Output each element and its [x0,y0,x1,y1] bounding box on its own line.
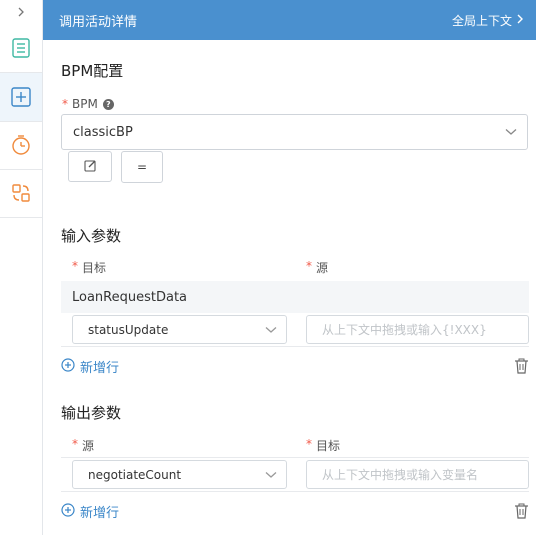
panel-title: 调用活动详情 [59,14,138,30]
panel-header: 调用活动详情 全局上下文 [43,0,536,40]
rail-item-transfer[interactable] [0,169,42,218]
side-rail [0,0,43,535]
bpm-field-label: * BPM ? [62,97,114,111]
rail-item-clock[interactable] [0,121,42,170]
column-header-source: * 源 [72,437,95,453]
chevron-down-icon [265,323,277,337]
input-source-field[interactable]: 从上下文中拖拽或输入{!XXX} [306,315,529,344]
column-header-target: * 目标 [306,437,341,453]
equals-button[interactable]: = [121,151,163,183]
rail-item-add[interactable] [0,73,42,122]
group-row: LoanRequestData [61,281,529,313]
transfer-icon [10,182,32,204]
output-target-field[interactable]: 从上下文中拖拽或输入变量名 [306,460,529,489]
row-divider [61,491,529,492]
input-params-title: 输入参数 [61,227,122,245]
plus-circle-icon [61,502,75,521]
input-target-select[interactable]: statusUpdate [72,315,287,344]
row-divider [61,457,529,458]
trash-icon[interactable] [514,503,529,523]
output-add-row-button[interactable]: 新增行 [61,502,119,521]
chevron-down-icon [265,468,277,482]
chevron-right-icon [516,13,524,28]
help-icon[interactable]: ? [102,98,114,110]
input-params-header: * 目标 * 源 [61,255,529,281]
column-header-source: * 源 [306,259,329,275]
global-context-link[interactable]: 全局上下文 [452,12,524,29]
plus-box-icon [10,86,32,108]
output-params-header: * 源 * 目标 [61,433,529,459]
equals-label: = [136,160,148,174]
row-divider [61,346,529,347]
list-document-icon [10,37,32,59]
bpm-select[interactable]: classicBP [61,114,528,150]
chevron-right-icon [16,6,26,18]
chevron-down-icon [505,125,517,140]
clock-icon [10,134,32,156]
rail-item-list[interactable] [0,24,42,73]
edit-bpm-button[interactable] [68,151,112,182]
bpm-select-value: classicBP [73,124,133,140]
input-add-row-button[interactable]: 新增行 [61,357,119,376]
column-header-target: * 目标 [72,259,107,275]
trash-icon[interactable] [514,358,529,378]
plus-circle-icon [61,357,75,376]
output-params-title: 输出参数 [61,404,122,422]
group-label: LoanRequestData [72,289,188,305]
expand-rail-button[interactable] [0,0,42,24]
bpm-config-title: BPM配置 [61,62,124,80]
output-source-select[interactable]: negotiateCount [72,460,287,489]
edit-icon [83,159,97,175]
